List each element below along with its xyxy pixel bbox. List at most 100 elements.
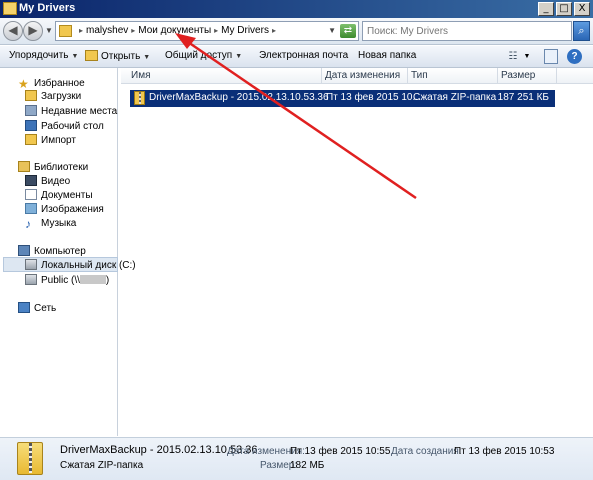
- breadcrumb-item[interactable]: My Drivers: [221, 25, 269, 36]
- sidebar-item-label: Локальный диск (C:): [41, 260, 136, 271]
- sidebar-item-label: Импорт: [41, 135, 76, 146]
- close-button[interactable]: X: [574, 2, 590, 16]
- address-bar[interactable]: ▸ malyshev ▸ Мои документы ▸ My Drivers ▸ ▼ ⇄: [55, 21, 359, 41]
- file-type: Сжатая ZIP-папка: [413, 92, 497, 103]
- share-label: Общий доступ: [165, 50, 233, 61]
- column-header-name[interactable]: Имя: [131, 70, 150, 81]
- open-button[interactable]: Открыть ▼: [85, 50, 150, 62]
- libraries-icon: [18, 161, 30, 172]
- back-button[interactable]: ◀: [3, 21, 23, 41]
- sidebar-item-import[interactable]: Импорт: [25, 133, 76, 148]
- search-icon[interactable]: ⌕: [573, 21, 590, 41]
- column-divider[interactable]: [321, 68, 322, 84]
- chevron-down-icon: ▼: [71, 53, 79, 60]
- help-icon[interactable]: ?: [567, 49, 582, 64]
- zip-folder-icon: [134, 91, 145, 105]
- title-bar: My Drivers _ □ X: [0, 0, 593, 18]
- downloads-folder-icon: [25, 90, 37, 101]
- minimize-button[interactable]: _: [538, 2, 554, 16]
- sidebar-item-label: Public (\\: [41, 275, 80, 286]
- file-row[interactable]: DriverMaxBackup - 2015.02.13.10.53.36 Пт…: [130, 90, 555, 107]
- sidebar-item-images[interactable]: Изображения: [25, 202, 104, 217]
- breadcrumb-item[interactable]: Мои документы: [138, 25, 211, 36]
- documents-icon: [25, 189, 37, 200]
- music-note-icon: ♪: [25, 217, 31, 231]
- sidebar-item-label: Видео: [41, 176, 71, 187]
- organize-button[interactable]: Упорядочить ▼: [9, 50, 78, 61]
- sidebar-item-label: Недавние места: [41, 106, 118, 117]
- sidebar-item-label: Библиотеки: [34, 162, 89, 173]
- chevron-down-icon: ▼: [143, 54, 151, 61]
- breadcrumb-item[interactable]: malyshev: [86, 25, 128, 36]
- forward-button[interactable]: ▶: [23, 21, 43, 41]
- sidebar-item-video[interactable]: Видео: [25, 174, 70, 189]
- folder-icon: [25, 134, 37, 145]
- breadcrumb: ▸ malyshev ▸ Мои документы ▸ My Drivers ▸: [76, 25, 279, 36]
- sidebar-item-recent[interactable]: Недавние места: [25, 104, 117, 119]
- new-folder-button[interactable]: Новая папка: [358, 50, 416, 61]
- network-icon: [18, 302, 30, 313]
- history-dropdown-icon[interactable]: ▼: [45, 26, 53, 35]
- sidebar-item-label-suffix: ): [105, 275, 110, 286]
- organize-label: Упорядочить: [9, 50, 69, 61]
- folder-icon: [3, 2, 17, 15]
- sidebar-item-network[interactable]: Сеть: [18, 301, 56, 316]
- email-label: Электронная почта: [259, 50, 349, 61]
- details-size-value: 182 МБ: [290, 460, 325, 471]
- sidebar-item-libraries[interactable]: Библиотеки: [18, 160, 88, 175]
- chevron-right-icon[interactable]: ▸: [272, 26, 276, 35]
- share-button[interactable]: Общий доступ ▼: [165, 50, 242, 61]
- redacted-text: [79, 275, 106, 284]
- chevron-right-icon[interactable]: ▸: [131, 26, 135, 35]
- network-drive-icon: [25, 274, 37, 285]
- toolbar: Упорядочить ▼ Открыть ▼ Общий доступ ▼ Элек…: [0, 46, 593, 68]
- details-created-value: Пт 13 фев 2015 10:53: [454, 446, 555, 457]
- navigation-pane: ★ Избранное Загрузки Недавние места Рабоч…: [0, 68, 136, 436]
- file-modified: Пт 13 фев 2015 10...: [326, 92, 421, 103]
- sidebar-item-label: Загрузки: [41, 91, 82, 102]
- column-divider[interactable]: [497, 68, 498, 84]
- preview-pane-icon[interactable]: [544, 49, 558, 64]
- column-header-type[interactable]: Тип: [411, 70, 428, 81]
- star-icon: ★: [18, 77, 29, 91]
- desktop-icon: [25, 120, 37, 131]
- recent-places-icon: [25, 105, 37, 116]
- column-header-modified[interactable]: Дата изменения: [325, 70, 400, 81]
- folder-icon: [59, 25, 72, 37]
- column-divider[interactable]: [556, 68, 557, 84]
- chevron-right-icon[interactable]: ▸: [79, 26, 83, 35]
- view-icon[interactable]: ☷: [506, 49, 520, 64]
- search-box: [362, 21, 572, 41]
- details-modified-value: Пт 13 фев 2015 10:55: [290, 446, 391, 457]
- maximize-button[interactable]: □: [556, 2, 572, 16]
- details-file-type: Сжатая ZIP-папка: [60, 460, 144, 471]
- sidebar-item-label: Изображения: [41, 204, 104, 215]
- file-name: DriverMaxBackup - 2015.02.13.10.53.36: [149, 92, 329, 103]
- column-divider[interactable]: [407, 68, 408, 84]
- address-row: ◀ ▶ ▼ ▸ malyshev ▸ Мои документы ▸ My Drivers…: [0, 18, 593, 45]
- images-icon: [25, 203, 37, 214]
- chevron-down-icon[interactable]: ▼: [522, 49, 532, 64]
- sidebar-item-documents[interactable]: Документы: [25, 188, 93, 203]
- sidebar-item-label: Компьютер: [34, 246, 86, 257]
- sidebar-item-downloads[interactable]: Загрузки: [25, 89, 81, 104]
- chevron-right-icon[interactable]: ▸: [214, 26, 218, 35]
- sidebar-item-label: Сеть: [34, 303, 57, 314]
- sidebar-item-label: Музыка: [41, 218, 77, 229]
- details-created-label: Дата создания:: [391, 446, 462, 457]
- new-folder-label: Новая папка: [358, 50, 417, 61]
- sidebar-item-label: Документы: [41, 190, 93, 201]
- sidebar-item-desktop[interactable]: Рабочий стол: [25, 119, 104, 134]
- folder-open-icon: [85, 50, 98, 61]
- refresh-icon[interactable]: ⇄: [340, 24, 356, 38]
- sidebar-item-local-disk[interactable]: Локальный диск (C:): [3, 257, 136, 272]
- sidebar-item-public[interactable]: Public (\\): [25, 273, 109, 288]
- open-label: Открыть: [101, 51, 141, 62]
- column-header-size[interactable]: Размер: [501, 70, 535, 81]
- email-button[interactable]: Электронная почта: [259, 50, 348, 61]
- chevron-down-icon[interactable]: ▼: [328, 26, 336, 35]
- video-icon: [25, 175, 37, 186]
- computer-icon: [18, 245, 30, 256]
- search-input[interactable]: [367, 23, 567, 39]
- sidebar-item-music[interactable]: ♪ Музыка: [25, 216, 76, 231]
